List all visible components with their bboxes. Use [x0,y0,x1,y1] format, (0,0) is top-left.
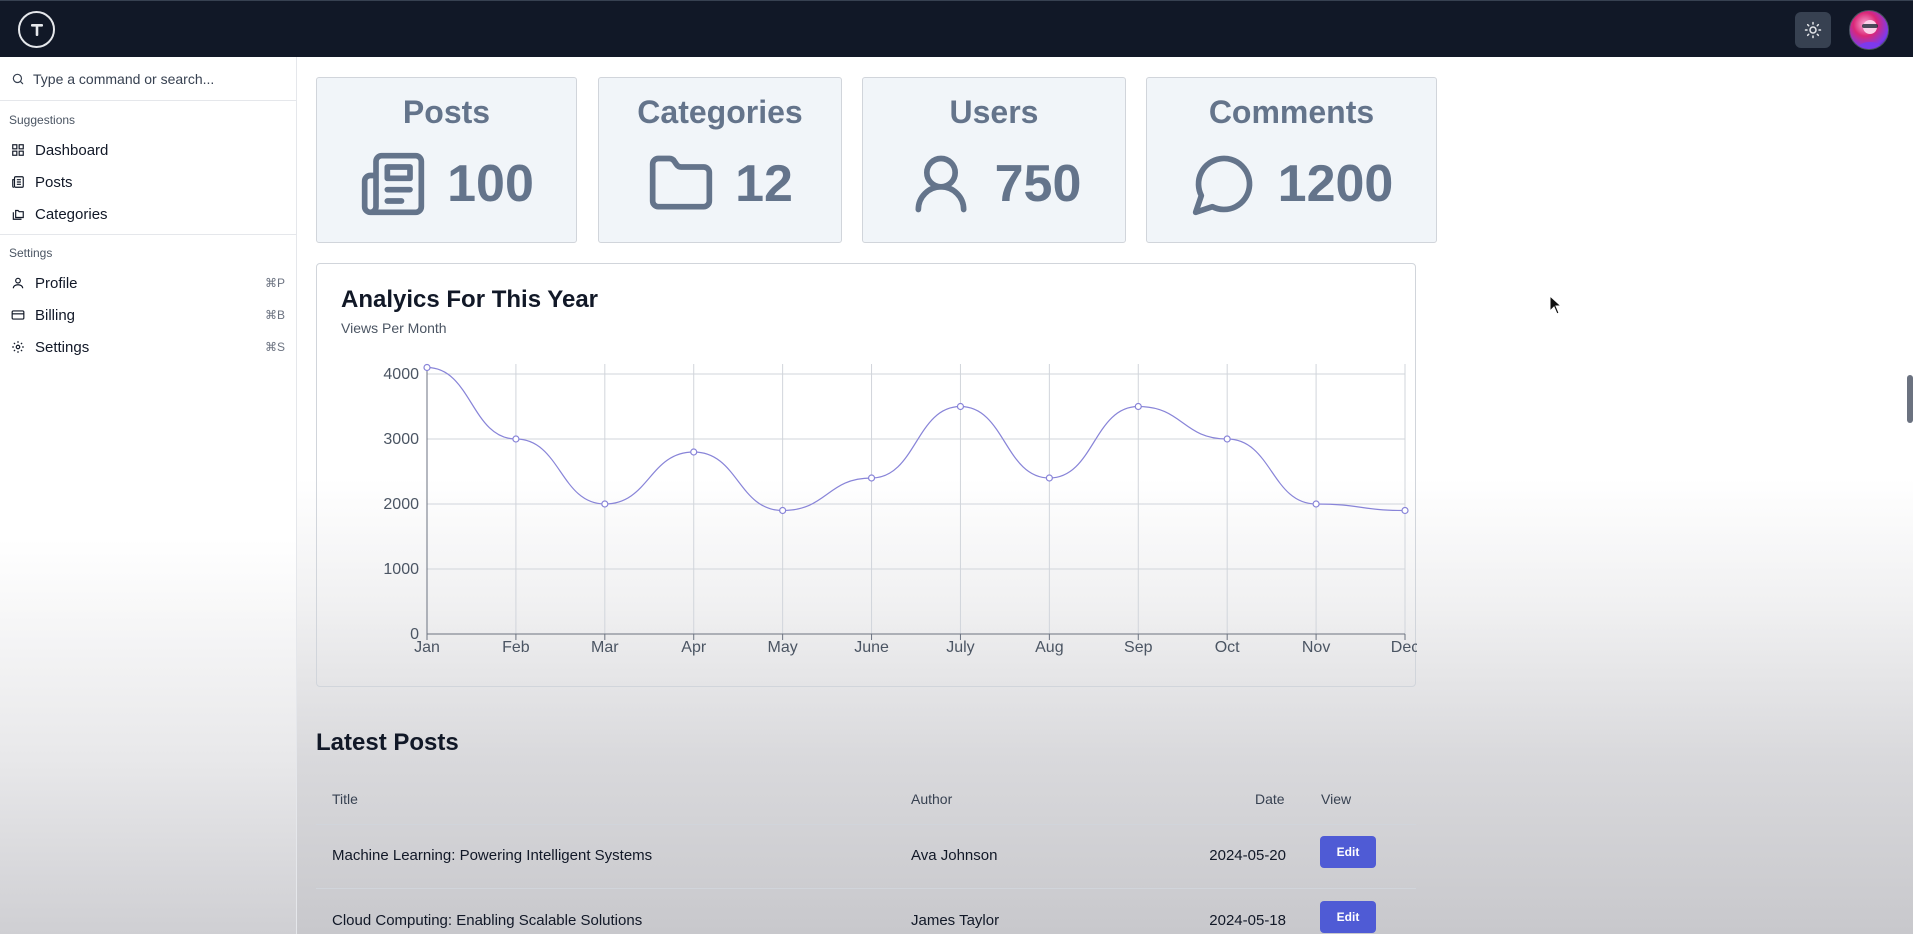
stat-title: Categories [637,94,803,130]
sidebar-item-posts[interactable]: Posts [0,167,297,197]
message-circle-icon [1192,155,1252,216]
newspaper-icon [361,152,425,216]
sidebar-item-settings[interactable]: Settings ⌘S [0,332,297,362]
x-tick-label: Sep [1124,639,1153,656]
analytics-chart-card: Analyics For This Year Views Per Month 0… [316,263,1417,687]
sun-icon [1804,21,1822,39]
sidebar-item-label: Dashboard [35,141,109,159]
column-header-title: Title [332,791,358,807]
user-icon [915,155,967,213]
edit-post-button[interactable]: Edit [1320,901,1376,933]
stat-card-users: Users 750 [862,77,1126,243]
stat-title: Comments [1208,94,1375,130]
column-header-view: View [1321,791,1352,807]
table-divider [316,824,1416,825]
mouse-cursor-icon [1549,295,1563,315]
sidebar-divider [0,234,297,235]
y-tick-label: 3000 [383,431,419,448]
stat-value: 750 [994,155,1082,213]
app-logo[interactable] [18,11,55,48]
folders-icon [12,209,24,220]
x-tick-label: July [946,639,974,656]
x-tick-label: May [768,639,798,656]
shortcut-hint: ⌘S [264,340,285,354]
post-title-cell: Cloud Computing: Enabling Scalable Solut… [332,912,643,929]
user-avatar[interactable] [1849,10,1889,50]
x-tick-label: Oct [1215,639,1240,656]
dashboard-grid-icon [12,144,24,156]
data-point [1134,402,1142,411]
sidebar-item-billing[interactable]: Billing ⌘B [0,300,297,330]
edit-post-button[interactable]: Edit [1320,836,1376,868]
stat-title: Posts [402,94,491,130]
sidebar-item-label: Billing [35,306,76,324]
user-icon [12,277,24,289]
data-point [601,500,609,508]
data-point [690,448,698,456]
x-tick-label: Nov [1302,639,1330,656]
stat-card-comments: Comments 1200 [1146,77,1437,243]
data-point [867,474,876,482]
stat-card-posts: Posts 100 [316,77,577,243]
sidebar-item-dashboard[interactable]: Dashboard [0,135,297,165]
shortcut-hint: ⌘B [264,308,285,322]
sidebar-item-categories[interactable]: Categories [0,199,297,229]
post-author-cell: James Taylor [911,912,1000,929]
stat-title: Users [949,94,1039,130]
gear-icon [12,341,24,353]
command-search [0,57,297,101]
data-point [1312,500,1320,508]
sidebar-item-label: Settings [35,338,90,356]
shortcut-hint: ⌘P [264,276,285,290]
page-scrollbar-thumb[interactable] [1907,375,1913,423]
data-point [779,506,787,515]
data-point [423,363,431,372]
latest-posts-title: Latest Posts [316,729,459,756]
newspaper-icon [12,176,24,188]
credit-card-icon [11,310,25,320]
t-logo-icon [30,23,43,36]
post-title-cell: Machine Learning: Powering Intelligent S… [332,847,653,864]
views-line-chart: 01000200030004000Jan Feb Mar Apr May June July… [383,363,1417,656]
post-author-cell: Ava Johnson [911,847,998,864]
top-navbar [0,0,1913,57]
avatar-image [1856,20,1884,49]
post-date-cell: 2024-05-18 [1209,912,1286,929]
y-tick-label: 4000 [383,366,419,383]
y-tick-label: 2000 [383,496,419,513]
x-tick-label: Jan [414,639,440,656]
main-content: Posts 100 Categories 12 Users 750 Commen… [297,57,1913,934]
command-sidebar: Suggestions Dashboard Posts Categories S… [0,57,297,934]
stat-card-categories: Categories 12 [598,77,842,243]
suggestions-group-label: Suggestions [9,113,76,127]
sidebar-item-label: Categories [35,205,108,223]
command-search-input[interactable] [33,70,283,87]
data-point [956,402,965,411]
stat-value: 1200 [1277,155,1394,213]
search-icon [12,73,24,84]
sidebar-item-profile[interactable]: Profile ⌘P [0,268,297,298]
stat-value: 100 [447,155,534,213]
folder-icon [649,155,713,210]
x-tick-label: June [854,639,889,656]
data-point [512,435,520,443]
sidebar-item-label: Posts [35,173,73,191]
table-divider [316,888,1416,889]
x-tick-label: Feb [502,639,530,656]
theme-toggle-button[interactable] [1795,12,1831,48]
data-point [1401,506,1409,515]
settings-group-label: Settings [9,246,53,260]
sidebar-item-label: Profile [35,274,78,292]
x-tick-label: Aug [1035,639,1063,656]
data-point [1223,435,1231,443]
column-header-date: Date [1255,791,1285,807]
x-tick-label: Mar [591,639,619,656]
x-tick-label: Dec [1391,639,1417,656]
post-date-cell: 2024-05-20 [1209,847,1286,864]
data-point [1045,474,1053,482]
column-header-author: Author [911,791,953,807]
y-tick-label: 1000 [383,561,419,578]
stat-value: 12 [735,155,793,213]
x-tick-label: Apr [681,639,707,656]
